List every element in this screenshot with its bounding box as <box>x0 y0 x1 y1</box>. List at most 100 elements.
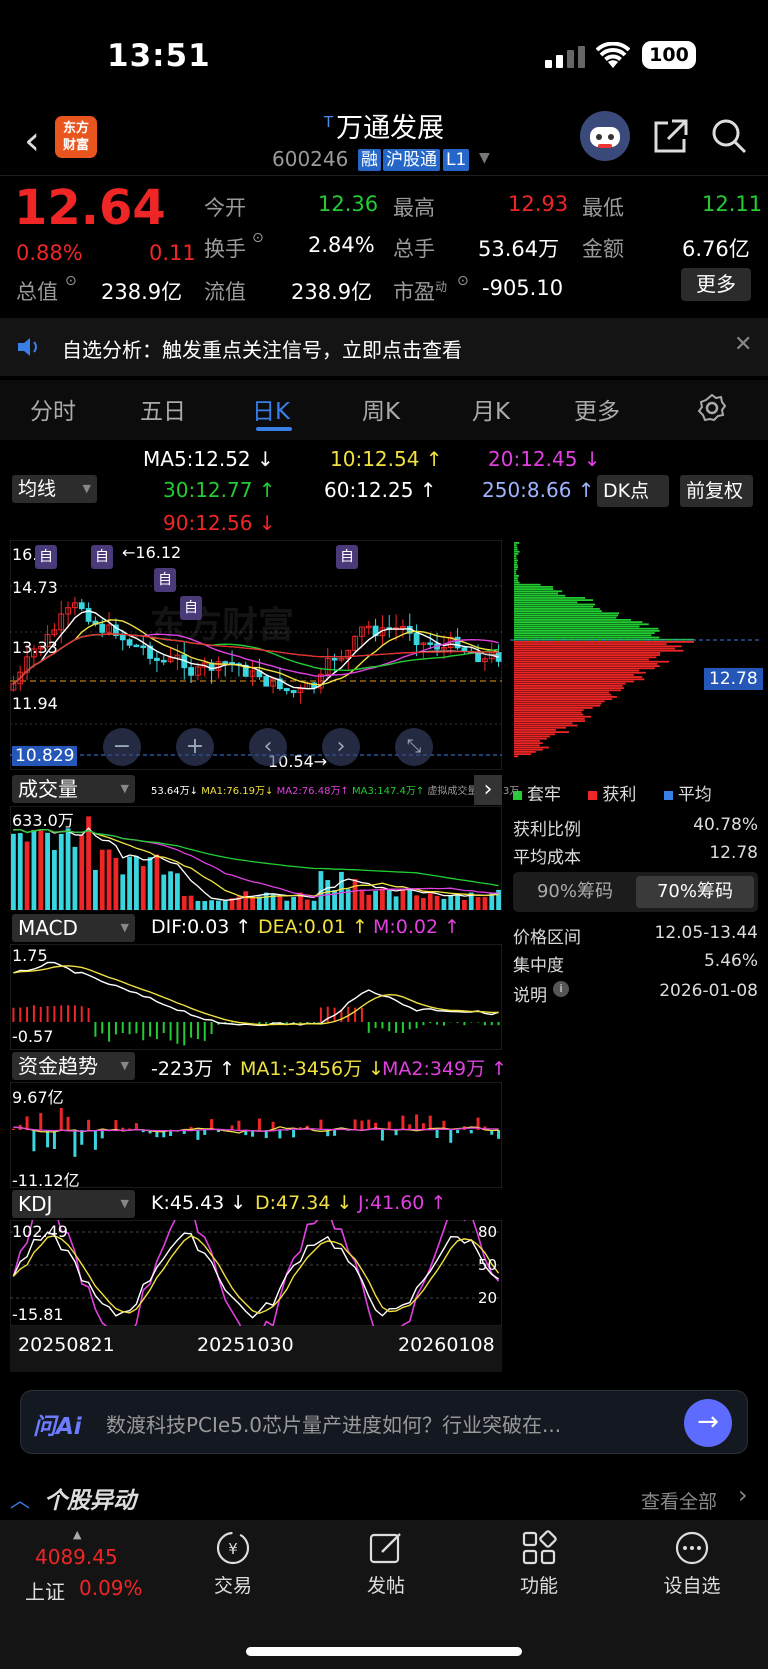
chip-bar <box>514 542 520 544</box>
ai-send-icon[interactable]: → <box>684 1399 732 1447</box>
float-value: 238.9亿 <box>291 280 373 304</box>
low-label: 最低 <box>582 196 624 220</box>
chip-bar <box>514 557 517 560</box>
index-name[interactable]: 上证 <box>25 1576 65 1605</box>
float-label: 流值 <box>204 280 246 304</box>
kdj-level-20: 20 <box>478 1289 498 1307</box>
self-select-tag[interactable]: 自 <box>154 568 176 592</box>
volume-bar <box>414 895 419 910</box>
fullscreen-icon[interactable]: ⤡ <box>395 728 433 766</box>
scroll-right-icon[interactable]: › <box>322 728 360 766</box>
kline-y-2: 13.33 <box>12 638 58 657</box>
tab-intraday[interactable]: 分时 <box>30 392 76 426</box>
adjust-button[interactable]: 前复权 <box>680 475 753 507</box>
chip-bar <box>514 601 578 604</box>
view-all-link[interactable]: 查看全部 <box>641 1487 717 1514</box>
tab-monthly[interactable]: 月K <box>472 392 510 426</box>
volume-bar <box>38 829 44 910</box>
volume-selector[interactable]: 成交量 ▼ <box>12 775 135 803</box>
volume-bar <box>93 869 98 910</box>
nav-add-watchlist[interactable]: 设自选 <box>647 1571 737 1598</box>
assistant-avatar[interactable] <box>580 111 630 161</box>
self-select-tag[interactable]: 自 <box>91 545 113 569</box>
zoom-out-icon[interactable]: − <box>103 728 141 766</box>
expand-arrow-icon[interactable]: › <box>474 775 502 805</box>
chip-bar <box>514 623 649 626</box>
tab-daily[interactable]: 日K <box>252 392 290 426</box>
functions-icon[interactable] <box>521 1530 557 1566</box>
share-icon[interactable] <box>652 117 690 155</box>
candle-body <box>99 623 106 633</box>
notice-text: 自选分析：触发重点关注信号，立即点击查看 <box>62 338 462 362</box>
notice-bar[interactable]: 自选分析：触发重点关注信号，立即点击查看 ✕ <box>0 318 768 376</box>
volume-bar <box>441 898 447 910</box>
info-icon[interactable]: ⊙ <box>457 273 469 289</box>
volume-bar <box>257 896 262 910</box>
volume-bar <box>352 878 358 910</box>
nav-post[interactable]: 发帖 <box>341 1571 431 1598</box>
volume-bar <box>332 889 337 910</box>
wifi-icon <box>596 42 630 68</box>
info-icon[interactable]: ⊙ <box>252 230 264 246</box>
index-percent[interactable]: 0.09% <box>79 1576 143 1600</box>
info-icon[interactable]: i <box>553 981 569 997</box>
ma30-value: 30:12.77 ↑ <box>163 478 276 502</box>
volume-bar <box>263 892 269 910</box>
scroll-left-icon[interactable]: ‹ <box>249 728 287 766</box>
dropdown-icon[interactable]: ▼ <box>479 150 490 166</box>
volume-bar <box>366 894 372 910</box>
self-select-tag[interactable]: 自 <box>180 596 202 620</box>
search-icon[interactable] <box>710 117 748 155</box>
macd-selector[interactable]: MACD ▼ <box>12 914 135 942</box>
chip-tab-90[interactable]: 90%筹码 <box>516 876 634 908</box>
macd-y-max: 1.75 <box>12 946 48 965</box>
pe-label: 市盈动 <box>393 280 448 304</box>
settings-icon[interactable] <box>697 393 727 423</box>
info-icon[interactable]: ⊙ <box>65 273 77 289</box>
dk-point-button[interactable]: DK点 <box>597 475 669 507</box>
chip-tab-70[interactable]: 70%筹码 <box>636 876 754 908</box>
chip-bar <box>514 665 660 667</box>
fund-trend-selector[interactable]: 资金趋势 ▼ <box>12 1052 135 1080</box>
chip-price: 12.78 <box>704 668 763 690</box>
chevron-right-icon[interactable]: › <box>738 1481 748 1509</box>
ma5-value: MA5:12.52 ↓ <box>143 447 274 471</box>
chip-bar <box>514 586 553 588</box>
zoom-in-icon[interactable]: + <box>176 728 214 766</box>
tab-more[interactable]: 更多 <box>574 392 620 426</box>
open-value: 12.36 <box>318 192 379 216</box>
fund-value: -223万 ↑ <box>151 1058 236 1080</box>
amount-value: 6.76亿 <box>682 237 750 261</box>
chip-bar <box>514 709 584 711</box>
tab-five-day[interactable]: 五日 <box>140 392 186 426</box>
chip-bar <box>514 737 547 740</box>
ma-selector[interactable]: 均线 ▼ <box>12 475 97 503</box>
ma20-value: 20:12.45 ↓ <box>488 447 601 471</box>
candle-body <box>133 644 140 648</box>
nav-trade[interactable]: 交易 <box>188 1571 278 1598</box>
chevron-up-icon[interactable]: ︿ <box>10 1484 30 1513</box>
chip-bar <box>514 605 594 608</box>
post-icon[interactable] <box>368 1530 404 1566</box>
more-button[interactable]: 更多 <box>681 268 751 301</box>
chip-bar <box>514 704 601 707</box>
nav-functions[interactable]: 功能 <box>494 1571 584 1598</box>
volume-bar <box>195 900 201 910</box>
close-icon[interactable]: ✕ <box>734 332 752 357</box>
chip-bar <box>514 619 632 621</box>
ai-question-bar[interactable]: 问Ai 数渡科技PCIe5.0芯片量产进度如何？行业突破在... → <box>20 1390 748 1454</box>
volume-value: 53.64万 <box>478 237 560 261</box>
chip-bar <box>514 742 543 744</box>
tab-weekly[interactable]: 周K <box>362 392 400 426</box>
trade-icon[interactable]: ¥ <box>215 1530 251 1566</box>
self-select-tag[interactable]: 自 <box>336 545 358 569</box>
chip-bar <box>514 707 593 709</box>
index-value[interactable]: 4089.45 <box>35 1545 118 1569</box>
kdj-selector[interactable]: KDJ ▼ <box>12 1190 135 1218</box>
chip-distribution-chart <box>510 542 762 758</box>
chip-bar <box>514 544 517 546</box>
self-select-tag[interactable]: 自 <box>35 545 57 569</box>
more-dots-icon[interactable] <box>674 1530 710 1566</box>
volume-bar <box>147 857 153 910</box>
volume-bar <box>17 833 23 910</box>
